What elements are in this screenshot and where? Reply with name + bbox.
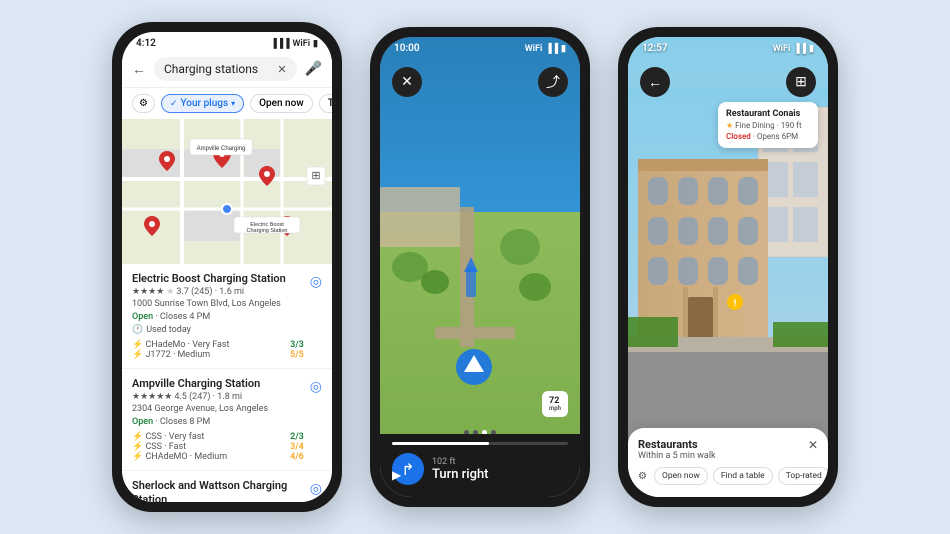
filter-options-icon[interactable]: ⚙ [132, 94, 155, 113]
phone-1: 4:12 ▐▐▐ WiFi ▮ ← Charging stations ✕ 🎤 [112, 22, 342, 512]
close-nav-button[interactable]: ✕ [392, 67, 422, 97]
filter-open-now[interactable]: Open now [250, 94, 313, 113]
status-icons-1: ▐▐▐ WiFi ▮ [270, 38, 318, 49]
sv-screen: ! 12:57 WiFi ▐▐ ▮ ← [628, 37, 828, 497]
mic-icon[interactable]: 🎤 [305, 61, 322, 77]
place-status: Closed · Opens 6PM [726, 132, 810, 141]
back-icon: ← [648, 74, 662, 91]
rating-1: 3.7 (245) · 1.6 mi [176, 287, 244, 297]
wifi-icon: WiFi [293, 39, 311, 49]
wifi-icon-2: WiFi [525, 44, 543, 54]
svg-text:⊞: ⊞ [311, 169, 320, 182]
signal-icon-3: ▐▐ [793, 43, 806, 54]
charging-list: Electric Boost Charging Station ★★★★★ 3.… [122, 264, 332, 502]
phone-3: ! 12:57 WiFi ▐▐ ▮ ← [618, 27, 838, 507]
map-button[interactable]: ⊞ [786, 67, 816, 97]
signal-icon: ▐▐▐ [270, 38, 289, 49]
filter-top-rated[interactable]: Top rated [319, 94, 332, 113]
close-icon: ✕ [401, 74, 413, 90]
search-text: Charging stations [164, 62, 271, 76]
stars-1: ★★★★★ 3.7 (245) · 1.6 mi [132, 287, 304, 297]
list-item[interactable]: Sherlock and Wattson Charging Station ★★… [122, 471, 332, 502]
signal-icon-2: ▐▐ [545, 43, 558, 54]
nav-screen: 10:00 WiFi ▐▐ ▮ [380, 37, 580, 497]
phone-2: 10:00 WiFi ▐▐ ▮ [370, 27, 590, 507]
nav-icon-1[interactable]: ◎ [310, 274, 322, 290]
charge-info-2: Ampville Charging Station ★★★★★ 4.5 (247… [132, 377, 304, 461]
back-button[interactable]: ← [640, 67, 670, 97]
share-icon: ⤴ [546, 72, 560, 92]
nav-icon-3[interactable]: ◎ [310, 481, 322, 497]
map-area[interactable]: Ampville Charging Electric Boost Chargin… [122, 119, 332, 264]
status-icons-2: WiFi ▐▐ ▮ [525, 43, 566, 54]
time-3: 12:57 [642, 43, 668, 54]
panel-filter-toprated[interactable]: Top-rated [778, 467, 828, 485]
share-nav-button[interactable]: ⤴ [538, 67, 568, 97]
place-card[interactable]: Restaurant Conais ★ Fine Dining · 190 ft… [718, 102, 818, 148]
status-bar-1: 4:12 ▐▐▐ WiFi ▮ [122, 32, 332, 51]
bottom-panel: Restaurants Within a 5 min walk ✕ ⚙ Open… [628, 428, 828, 497]
stars-2: ★★★★★ 4.5 (247) · 1.8 mi [132, 392, 304, 402]
charge-info-1: Electric Boost Charging Station ★★★★★ 3.… [132, 272, 304, 360]
charge-info-3: Sherlock and Wattson Charging Station ★★… [132, 479, 304, 502]
status-bar-3: 12:57 WiFi ▐▐ ▮ [628, 37, 828, 56]
panel-filter-row: ⚙ Open now Find a table Top-rated More [638, 467, 818, 485]
search-bar: ← Charging stations ✕ 🎤 [122, 51, 332, 88]
list-item[interactable]: Ampville Charging Station ★★★★★ 4.5 (247… [122, 369, 332, 470]
status-bar-2: 10:00 WiFi ▐▐ ▮ [380, 37, 580, 56]
panel-subtitle: Within a 5 min walk [638, 451, 716, 461]
connectors-2: ⚡ CSS · Very fast 2/3 ⚡ CSS · Fast 3/4 ⚡… [132, 432, 304, 462]
panel-filter-open[interactable]: Open now [654, 467, 708, 485]
panel-title-group: Restaurants Within a 5 min walk [638, 438, 716, 461]
svg-text:Charging Station: Charging Station [247, 228, 288, 234]
clear-icon[interactable]: ✕ [277, 63, 286, 76]
status-icons-3: WiFi ▐▐ ▮ [773, 43, 814, 54]
nav-icon-2[interactable]: ◎ [310, 379, 322, 395]
battery-icon: ▮ [313, 39, 318, 49]
filter-row: ⚙ ✓ Your plugs ▾ Open now Top rated [122, 88, 332, 119]
back-icon[interactable]: ← [132, 61, 146, 78]
panel-title: Restaurants [638, 438, 716, 451]
place-type: ★ Fine Dining · 190 ft [726, 121, 810, 130]
svg-text:!: ! [734, 299, 736, 309]
time-1: 4:12 [136, 38, 156, 49]
map-icon: ⊞ [795, 74, 807, 90]
panel-header: Restaurants Within a 5 min walk ✕ [638, 438, 818, 461]
filter-rated-label: Top rated [328, 98, 332, 109]
place-name: Restaurant Conais [726, 109, 810, 119]
list-item[interactable]: Electric Boost Charging Station ★★★★★ 3.… [122, 264, 332, 369]
station-name-3: Sherlock and Wattson Charging Station [132, 479, 304, 502]
meta-1: 1000 Sunrise Town Blvd, Los Angeles Open… [132, 298, 304, 337]
station-name-2: Ampville Charging Station [132, 377, 304, 391]
filter-your-plugs[interactable]: ✓ Your plugs ▾ [161, 94, 244, 113]
battery-icon-3: ▮ [809, 44, 814, 54]
wifi-icon-3: WiFi [773, 44, 791, 54]
filter-open-label: Open now [259, 98, 304, 109]
meta-2: 2304 George Avenue, Los Angeles Open · C… [132, 403, 304, 428]
svg-text:Ampville Charging: Ampville Charging [197, 146, 246, 152]
station-name-1: Electric Boost Charging Station [132, 272, 304, 286]
phones-container: 4:12 ▐▐▐ WiFi ▮ ← Charging stations ✕ 🎤 [0, 0, 950, 534]
filter-icon: ⚙ [638, 471, 647, 482]
time-2: 10:00 [394, 43, 420, 54]
panel-close-button[interactable]: ✕ [808, 438, 818, 452]
panel-filter-table[interactable]: Find a table [713, 467, 773, 485]
battery-icon-2: ▮ [561, 44, 566, 54]
rating-2: 4.5 (247) · 1.8 mi [174, 392, 242, 402]
connectors-1: ⚡ CHadeMo · Very Fast 3/3 ⚡ J1772 · Medi… [132, 340, 304, 360]
search-input-wrapper[interactable]: Charging stations ✕ [154, 57, 297, 81]
filter-plugs-label: Your plugs [181, 98, 229, 109]
